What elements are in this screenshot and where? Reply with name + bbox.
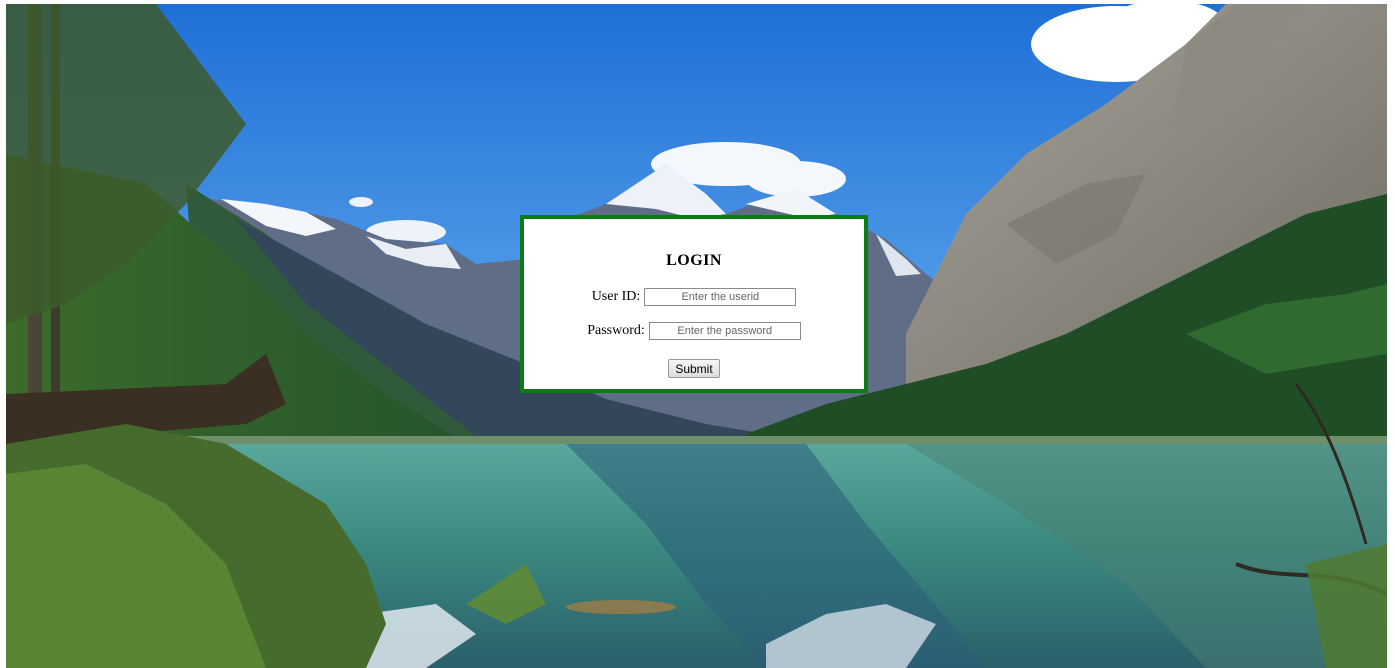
password-row: Password: xyxy=(524,320,864,342)
password-input[interactable] xyxy=(648,322,801,340)
login-card: LOGIN User ID: Password: Submit xyxy=(520,215,868,393)
userid-input[interactable] xyxy=(644,288,797,306)
submit-wrap: Submit xyxy=(524,359,864,378)
login-page: LOGIN User ID: Password: Submit xyxy=(0,0,1395,668)
userid-row: User ID: xyxy=(524,286,864,308)
submit-button[interactable]: Submit xyxy=(668,359,720,378)
userid-label: User ID: xyxy=(591,289,641,304)
password-label: Password: xyxy=(587,323,645,338)
login-title: LOGIN xyxy=(666,252,722,269)
